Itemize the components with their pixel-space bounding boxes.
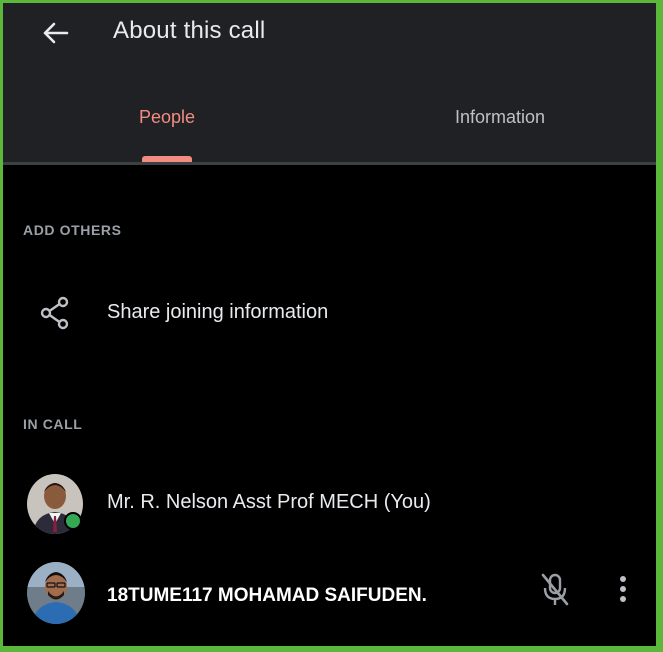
participant-row[interactable]: Mr. R. Nelson Asst Prof MECH (You) — [3, 469, 656, 543]
back-button[interactable] — [33, 15, 77, 51]
participant-row[interactable]: 18TUME117 MOHAMAD SAIFUDEN. — [3, 559, 656, 633]
share-icon — [40, 296, 69, 330]
avatar — [27, 562, 85, 624]
app-header: About this call People Information — [3, 3, 656, 165]
tab-information[interactable]: Information — [455, 107, 545, 128]
mic-off-button[interactable] — [538, 571, 572, 607]
share-joining-info-label: Share joining information — [107, 301, 329, 323]
online-status-icon — [64, 512, 82, 530]
section-label-in-call: IN CALL — [23, 416, 83, 432]
header-divider — [3, 162, 656, 165]
more-vertical-icon — [620, 576, 626, 602]
section-label-add-others: ADD OTHERS — [23, 222, 122, 238]
page-title: About this call — [113, 17, 266, 44]
arrow-left-icon — [43, 22, 69, 44]
mic-off-icon — [541, 573, 569, 606]
share-joining-info-row[interactable]: Share joining information — [3, 283, 656, 345]
participant-name: 18TUME117 MOHAMAD SAIFUDEN. — [107, 585, 427, 606]
call-details-panel: About this call People Information ADD O… — [3, 3, 656, 646]
more-options-button[interactable] — [611, 571, 635, 607]
tab-people[interactable]: People — [139, 107, 195, 128]
participant-name: Mr. R. Nelson Asst Prof MECH (You) — [107, 491, 431, 513]
